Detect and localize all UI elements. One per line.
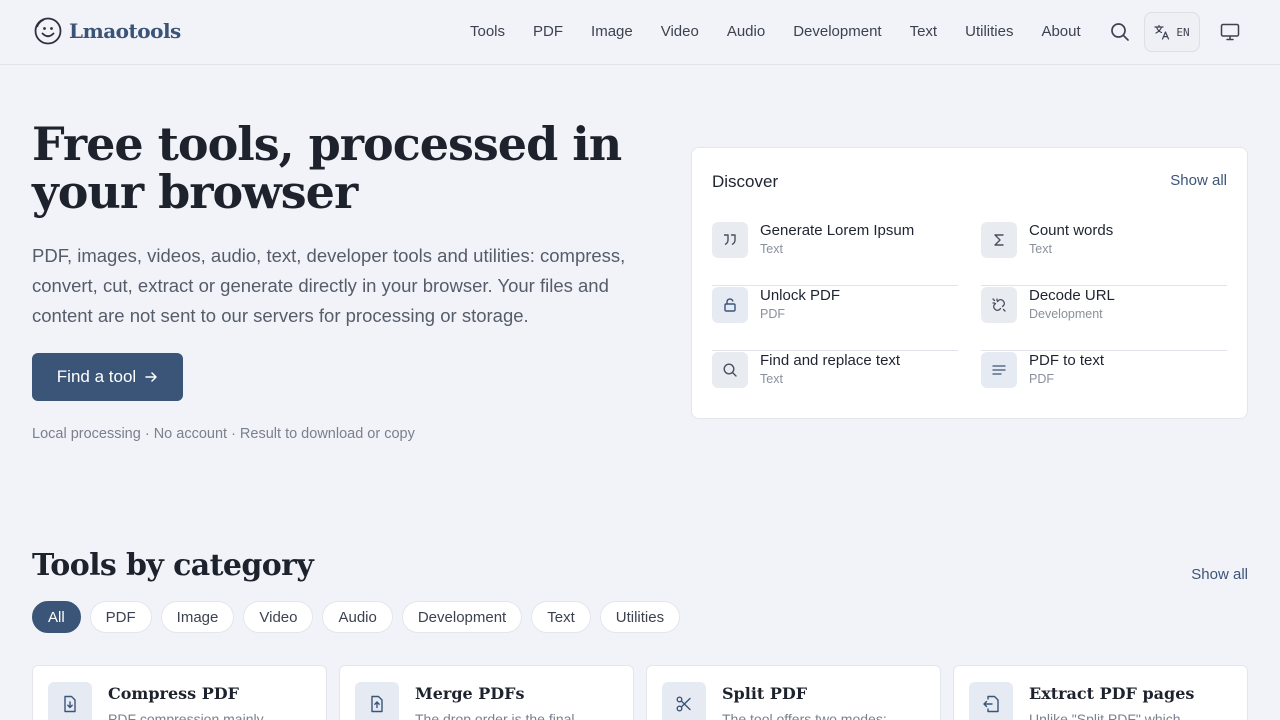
discover-item-unlock-pdf[interactable]: Unlock PDF PDF	[712, 286, 958, 351]
monitor-icon	[1220, 23, 1240, 41]
discover-icon-box	[712, 222, 748, 258]
category-section-title: Tools by category	[32, 548, 314, 583]
tool-icon-box	[355, 682, 399, 720]
tool-description: The tool offers two modes:	[722, 711, 887, 720]
logo-link[interactable]: Lmaotools	[33, 16, 181, 46]
find-tool-button[interactable]: Find a tool	[32, 353, 183, 401]
tool-description: PDF compression mainly	[108, 711, 264, 720]
nav-pdf[interactable]: PDF	[519, 22, 577, 42]
discover-icon-box	[712, 352, 748, 388]
tool-name: Split PDF	[722, 684, 808, 703]
category-show-all-link[interactable]: Show all	[1191, 566, 1248, 583]
discover-item-category: PDF	[1029, 372, 1054, 386]
tool-icon-box	[662, 682, 706, 720]
hero-meta: Local processing · No account · Result t…	[32, 426, 415, 442]
chip-image[interactable]: Image	[160, 601, 235, 633]
chip-utilities[interactable]: Utilities	[599, 601, 681, 633]
discover-item-decode-url[interactable]: Decode URL Development	[981, 286, 1227, 351]
arrow-right-icon	[145, 372, 157, 382]
tool-card-extract-pdf-pages[interactable]: Extract PDF pages Unlike "Split PDF" whi…	[953, 665, 1248, 720]
discover-card: Discover Show all Generate Lorem Ipsum T…	[691, 147, 1248, 419]
discover-item-category: Development	[1029, 307, 1103, 321]
nav-video[interactable]: Video	[647, 22, 713, 42]
search-icon	[723, 363, 737, 377]
nav-tools[interactable]: Tools	[456, 22, 519, 42]
sigma-icon	[994, 234, 1004, 246]
site-header: Lmaotools Tools PDF Image Video Audio De…	[0, 0, 1280, 65]
hero-description: PDF, images, videos, audio, text, develo…	[32, 245, 626, 326]
discover-item-count-words[interactable]: Count words Text	[981, 221, 1227, 286]
discover-item-category: Text	[1029, 242, 1052, 256]
nav-audio[interactable]: Audio	[713, 22, 779, 42]
tool-description: Unlike "Split PDF" which	[1029, 711, 1181, 720]
discover-item-name: Count words	[1029, 222, 1114, 239]
discover-item-name: Unlock PDF	[760, 287, 841, 304]
file-download-icon	[64, 695, 76, 713]
discover-item-name: Decode URL	[1029, 287, 1115, 304]
tool-name: Merge PDFs	[415, 684, 525, 703]
tool-icon-box	[969, 682, 1013, 720]
quote-icon	[724, 234, 736, 246]
search-icon	[1111, 23, 1129, 41]
scissors-icon	[676, 696, 691, 712]
search-button[interactable]	[1106, 18, 1134, 46]
category-filter-chips: All PDF Image Video Audio Development Te…	[32, 601, 681, 633]
nav-development[interactable]: Development	[779, 22, 895, 42]
chip-development[interactable]: Development	[401, 601, 523, 633]
language-button[interactable]: EN	[1144, 12, 1200, 52]
chip-pdf[interactable]: PDF	[89, 601, 152, 633]
tool-name: Extract PDF pages	[1029, 684, 1195, 703]
discover-icon-box	[981, 352, 1017, 388]
tool-name: Compress PDF	[108, 684, 239, 703]
discover-item-pdf-to-text[interactable]: PDF to text PDF	[981, 351, 1227, 416]
translate-icon	[1154, 24, 1170, 40]
chip-audio[interactable]: Audio	[322, 601, 393, 633]
discover-icon-box	[981, 222, 1017, 258]
tool-icon-box	[48, 682, 92, 720]
logo-text: Lmaotools	[69, 19, 181, 43]
unlock-icon	[724, 298, 736, 312]
tool-card-compress-pdf[interactable]: Compress PDF PDF compression mainly	[32, 665, 327, 720]
discover-item-category: PDF	[760, 307, 785, 321]
smiley-logo-icon	[34, 17, 62, 45]
language-label: EN	[1176, 25, 1190, 39]
discover-show-all-link[interactable]: Show all	[1170, 172, 1227, 189]
discover-item-name: Find and replace text	[760, 352, 901, 369]
discover-item-category: Text	[760, 242, 783, 256]
discover-title: Discover	[712, 172, 779, 191]
chip-text[interactable]: Text	[531, 601, 591, 633]
nav-about[interactable]: About	[1027, 22, 1094, 42]
discover-item-name: PDF to text	[1029, 352, 1105, 369]
main-nav: Tools PDF Image Video Audio Development …	[456, 22, 1095, 42]
link-broken-icon	[992, 298, 1006, 312]
tool-description: The drop order is the final	[415, 711, 575, 720]
discover-item-find-replace[interactable]: Find and replace text Text	[712, 351, 958, 416]
text-lines-icon	[992, 365, 1006, 375]
nav-text[interactable]: Text	[896, 22, 952, 42]
file-upload-icon	[371, 695, 383, 713]
theme-button[interactable]	[1216, 18, 1244, 46]
discover-icon-box	[981, 287, 1017, 323]
discover-item-category: Text	[760, 372, 783, 386]
file-export-icon	[983, 695, 999, 713]
discover-item-name: Generate Lorem Ipsum	[760, 222, 915, 239]
nav-utilities[interactable]: Utilities	[951, 22, 1027, 42]
nav-image[interactable]: Image	[577, 22, 647, 42]
hero-title: Free tools, processed in your browser	[32, 117, 622, 219]
find-tool-label: Find a tool	[56, 367, 137, 386]
tool-card-merge-pdfs[interactable]: Merge PDFs The drop order is the final	[339, 665, 634, 720]
discover-item-lorem[interactable]: Generate Lorem Ipsum Text	[712, 221, 958, 286]
chip-video[interactable]: Video	[243, 601, 314, 633]
discover-icon-box	[712, 287, 748, 323]
tool-card-split-pdf[interactable]: Split PDF The tool offers two modes:	[646, 665, 941, 720]
chip-all[interactable]: All	[32, 601, 81, 633]
